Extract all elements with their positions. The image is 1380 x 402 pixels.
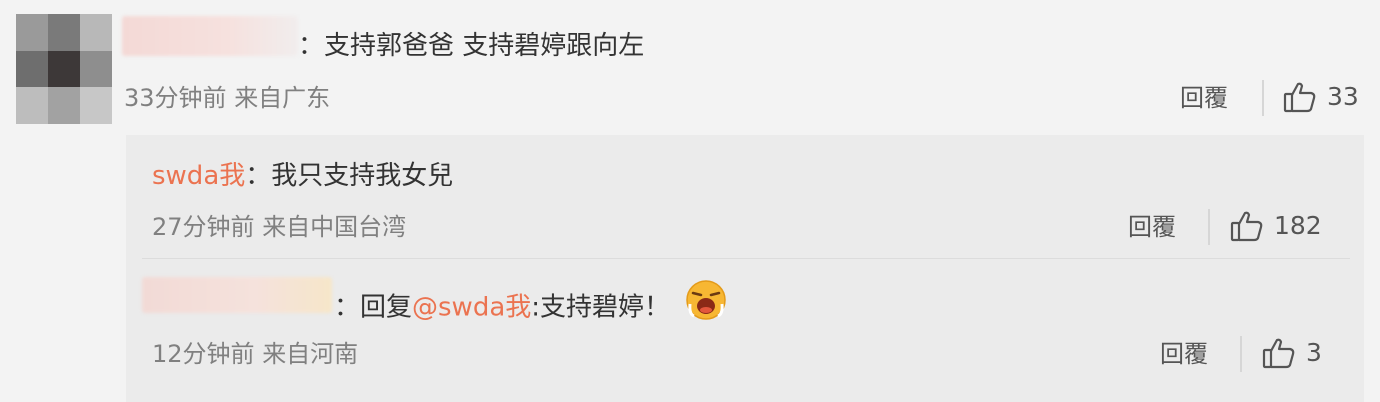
- crying-face-emoji: [684, 278, 728, 332]
- reply-time: 12分钟前: [152, 340, 255, 368]
- reply-button[interactable]: 回覆: [1160, 338, 1208, 370]
- reply-button[interactable]: 回覆: [1180, 82, 1228, 114]
- comment-meta: 33分钟前 来自广东: [124, 82, 330, 114]
- like-count: 33: [1327, 82, 1359, 111]
- comment-location: 来自广东: [234, 84, 331, 112]
- username-redacted[interactable]: [142, 277, 332, 313]
- reply-item: swda我：我只支持我女兒: [152, 158, 453, 194]
- comment-time: 33分钟前: [124, 84, 227, 112]
- like-count: 182: [1274, 211, 1322, 240]
- thumbs-up-icon: [1283, 80, 1317, 114]
- reply-text: :支持碧婷！: [531, 292, 671, 323]
- reply-prefix: ：回复: [334, 292, 413, 323]
- reply-separator: [142, 258, 1350, 259]
- like-button[interactable]: 3: [1262, 336, 1322, 370]
- reply-username[interactable]: swda我: [152, 161, 245, 191]
- reply-text: ：我只支持我女兒: [245, 161, 454, 191]
- divider: [1262, 80, 1264, 116]
- reply-button[interactable]: 回覆: [1128, 211, 1176, 243]
- like-count: 3: [1306, 338, 1322, 367]
- like-button[interactable]: 182: [1230, 209, 1322, 243]
- reply-mention[interactable]: @swda我: [412, 293, 531, 323]
- thumbs-up-icon: [1262, 336, 1296, 370]
- reply-location: 来自中国台湾: [262, 213, 407, 241]
- divider: [1240, 336, 1242, 372]
- like-button[interactable]: 33: [1283, 80, 1359, 114]
- thumbs-up-icon: [1230, 209, 1264, 243]
- reply-meta: 12分钟前 来自河南: [152, 338, 358, 370]
- reply-location: 来自河南: [262, 340, 359, 368]
- divider: [1208, 209, 1210, 245]
- username-redacted[interactable]: [122, 16, 298, 56]
- comment-item: ：支持郭爸爸 支持碧婷跟向左 33分钟前 来自广东 回覆 33: [0, 0, 1380, 135]
- reply-time: 27分钟前: [152, 213, 255, 241]
- avatar[interactable]: [16, 14, 112, 124]
- reply-item: ：回复@swda我:支持碧婷！: [334, 280, 728, 332]
- comment-text: ：支持郭爸爸 支持碧婷跟向左: [298, 31, 645, 61]
- reply-meta: 27分钟前 来自中国台湾: [152, 211, 406, 243]
